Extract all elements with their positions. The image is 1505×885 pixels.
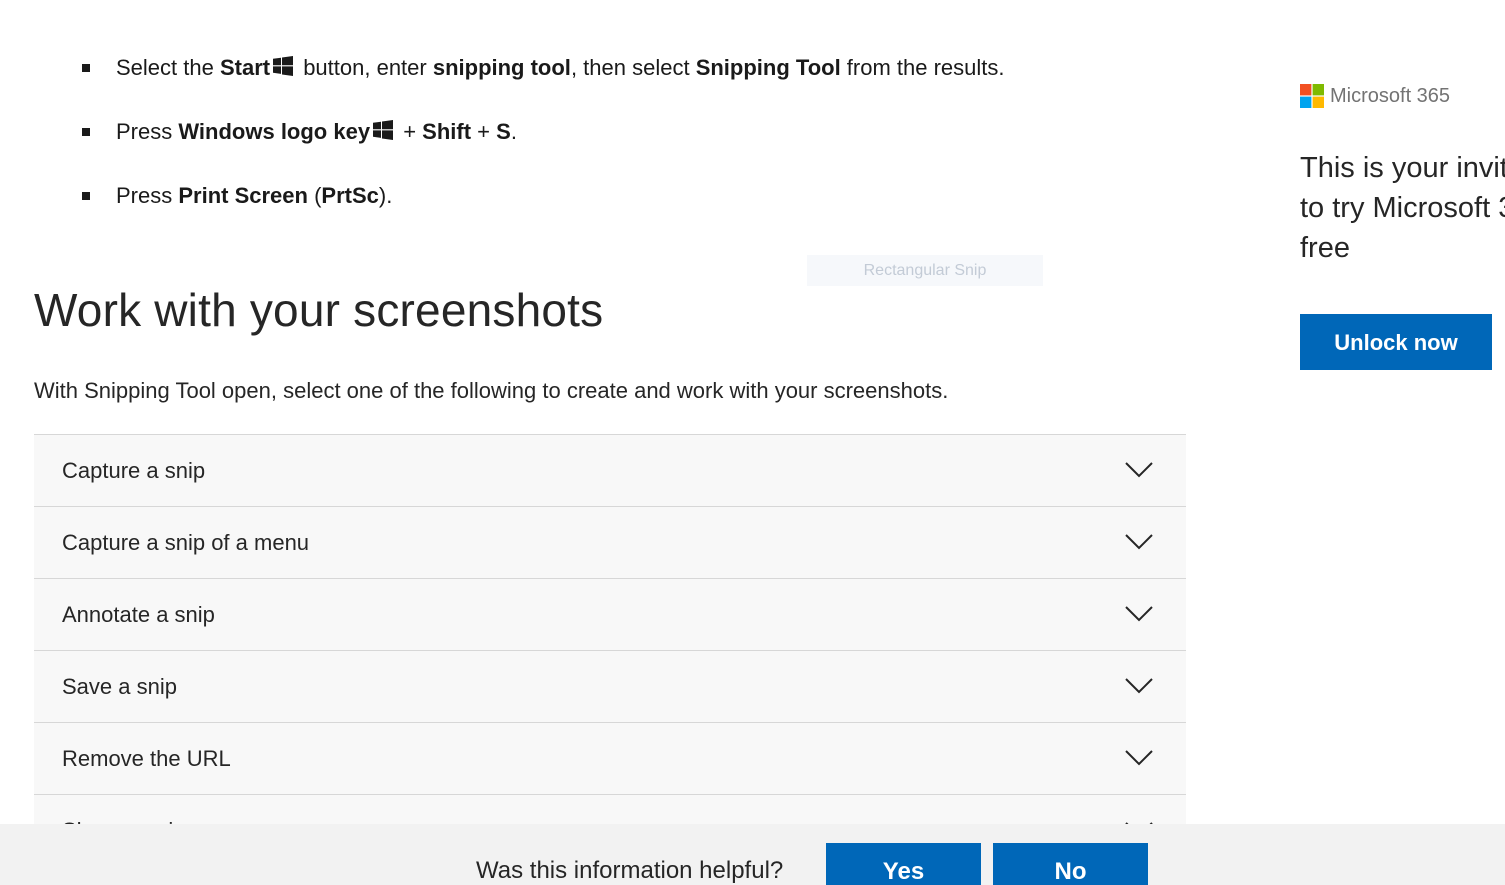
section-intro: With Snipping Tool open, select one of t… — [34, 378, 949, 403]
promo-line: This is your invitation — [1300, 152, 1505, 184]
microsoft-logo-icon — [1300, 84, 1324, 108]
promo-line: to try Microsoft 365 for — [1300, 192, 1505, 224]
step-keyboard-shortcut: Press Windows logo key + Shift + S. — [82, 112, 1005, 176]
accordion-item-capture-a-snip[interactable]: Capture a snip — [34, 435, 1186, 507]
accordion-item-label: Capture a snip of a menu — [62, 530, 310, 555]
accordion: Capture a snip Capture a snip of a menu … — [34, 434, 1186, 867]
step-start-menu: Select the Start button, enter snipping … — [82, 48, 1005, 112]
step-text: + — [397, 119, 423, 144]
step-text: Press — [116, 183, 179, 208]
chevron-down-icon[interactable] — [1124, 677, 1154, 695]
step-key-print-screen: Print Screen — [178, 183, 308, 208]
step-text: ). — [378, 183, 393, 208]
brand-name: Microsoft 365 — [1330, 85, 1451, 107]
windows-logo-icon — [273, 56, 294, 76]
step-print-screen: Press Print Screen (PrtSc). — [82, 176, 1005, 240]
step-text: Press — [116, 119, 179, 144]
unlock-now-button[interactable]: Unlock now — [1300, 314, 1492, 370]
step-key-prtsc: PrtSc — [321, 183, 379, 208]
rectangular-snip-tooltip: Rectangular Snip — [807, 255, 1043, 286]
step-text: + — [471, 119, 497, 144]
step-text: , then select — [570, 55, 696, 80]
feedback-bar: Was this information helpful? Yes No — [0, 824, 1505, 885]
chevron-down-icon[interactable] — [1124, 749, 1154, 767]
feedback-question: Was this information helpful? — [476, 857, 784, 884]
article-main: Select the Start button, enter snipping … — [0, 0, 1230, 885]
step-text: Select the — [116, 55, 220, 80]
step-text: ( — [307, 183, 322, 208]
chevron-down-icon[interactable] — [1124, 605, 1154, 623]
windows-logo-icon — [373, 120, 394, 140]
accordion-item-label: Save a snip — [62, 674, 177, 699]
accordion-item-remove-the-url[interactable]: Remove the URL — [34, 723, 1186, 795]
step-text: . — [510, 119, 517, 144]
accordion-item-label: Remove the URL — [62, 746, 231, 771]
step-key-shift: Shift — [422, 119, 472, 144]
step-key-s: S — [496, 119, 511, 144]
step-key-snipping-tool: snipping tool — [432, 55, 571, 80]
feedback-yes-button[interactable]: Yes — [826, 843, 981, 885]
accordion-item-save-a-snip[interactable]: Save a snip — [34, 651, 1186, 723]
feedback-no-button[interactable]: No — [993, 843, 1148, 885]
step-text: from the results. — [840, 55, 1005, 80]
accordion-item-annotate-a-snip[interactable]: Annotate a snip — [34, 579, 1186, 651]
accordion-item-label: Capture a snip — [62, 458, 206, 483]
promo-line: free — [1300, 232, 1350, 264]
accordion-item-capture-a-snip-of-a-menu[interactable]: Capture a snip of a menu — [34, 507, 1186, 579]
accordion-item-label: Annotate a snip — [62, 602, 215, 627]
step-app-snipping-tool: Snipping Tool — [695, 55, 841, 80]
step-key-windows: Windows logo key — [178, 119, 371, 144]
open-steps-list: Select the Start button, enter snipping … — [82, 48, 1005, 240]
promo-text: This is your invitation to try Microsoft… — [1300, 148, 1505, 268]
chevron-down-icon[interactable] — [1124, 533, 1154, 551]
step-key-start: Start — [219, 55, 271, 80]
chevron-down-icon[interactable] — [1124, 461, 1154, 479]
step-text: button, enter — [297, 55, 433, 80]
section-title: Work with your screenshots — [34, 284, 604, 336]
